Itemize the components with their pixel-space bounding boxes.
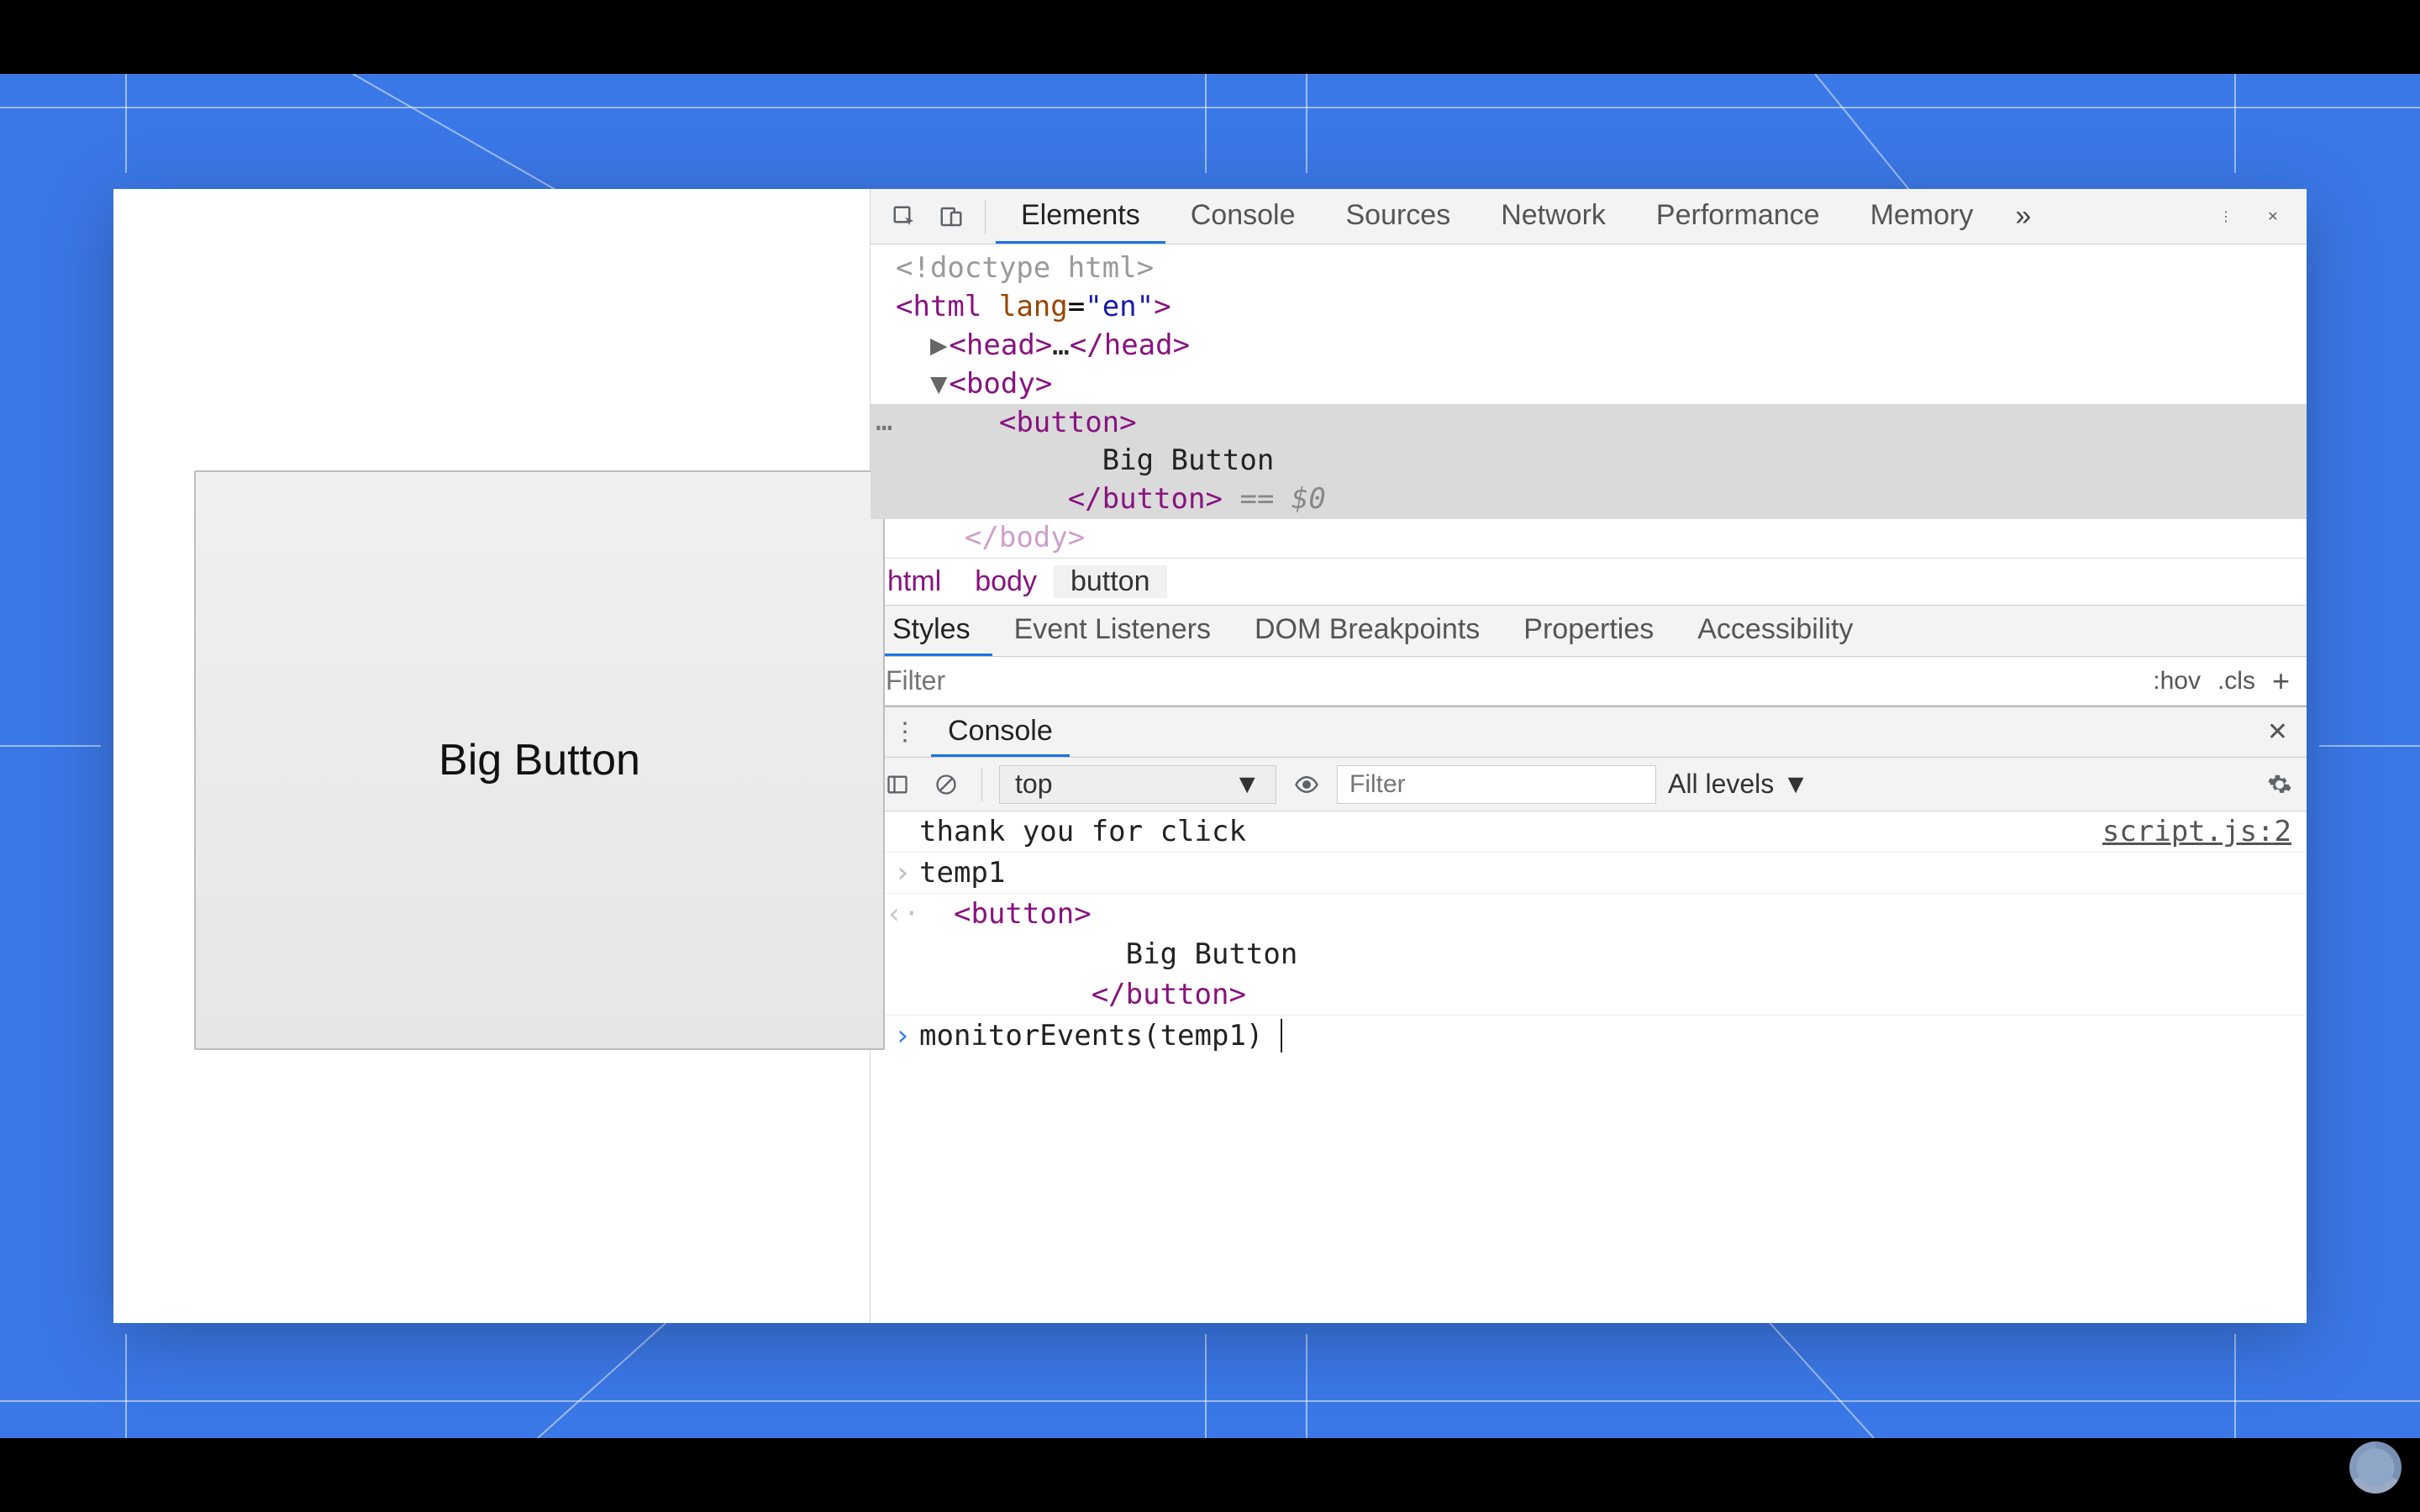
app-window: Big Button Elements Console Sources Netw… (113, 189, 2307, 1323)
console-log-message: thank you for click (919, 815, 1246, 848)
toolbar-divider (985, 200, 986, 234)
tab-memory[interactable]: Memory (1845, 189, 1999, 244)
more-tabs-icon[interactable]: » (2015, 200, 2031, 233)
dom-head[interactable]: ▶<head>…</head> (871, 327, 2307, 365)
inspect-icon[interactable] (886, 198, 923, 235)
styles-filter-row: :hov .cls + (871, 657, 2307, 706)
console-output-row: Big Button (871, 934, 2307, 974)
cls-toggle[interactable]: .cls (2217, 667, 2255, 696)
console-drawer-header: ⋮ Console ✕ (871, 707, 2307, 758)
tab-sources[interactable]: Sources (1320, 189, 1476, 244)
console-input-row: › temp1 (871, 853, 2307, 894)
live-expression-icon[interactable] (1288, 766, 1325, 803)
console-past-input: temp1 (919, 856, 1005, 890)
tab-elements[interactable]: Elements (996, 189, 1165, 244)
context-select[interactable]: top▼ (999, 765, 1276, 804)
chevron-down-icon: ▼ (1782, 769, 1809, 800)
new-style-rule-icon[interactable]: + (2272, 664, 2290, 699)
big-button[interactable]: Big Button (194, 470, 885, 1050)
dom-body-open[interactable]: ▼<body> (871, 365, 2307, 404)
tab-performance[interactable]: Performance (1631, 189, 1845, 244)
styles-tab-dombreakpoints[interactable]: DOM Breakpoints (1233, 606, 1502, 656)
drawer-kebab-icon[interactable]: ⋮ (892, 717, 918, 747)
dom-doctype[interactable]: <!doctype html> (871, 249, 2307, 288)
styles-pane-tabs: Styles Event Listeners DOM Breakpoints P… (871, 605, 2307, 657)
styles-tab-styles[interactable]: Styles (871, 606, 992, 656)
gutter-ellipsis-icon[interactable]: ⋯ (876, 409, 892, 448)
chrome-logo-icon (2349, 1441, 2402, 1494)
letterbox-bottom (0, 1438, 2420, 1512)
clear-console-icon[interactable] (928, 766, 965, 803)
devtools-panel: Elements Console Sources Network Perform… (870, 189, 2307, 1323)
devtools-tabs: Elements Console Sources Network Perform… (996, 189, 1998, 244)
console-settings-icon[interactable] (2261, 766, 2298, 803)
chevron-down-icon: ▼ (1234, 769, 1260, 800)
console-drawer: ⋮ Console ✕ top▼ (871, 706, 2307, 1323)
console-toolbar: top▼ All levels▼ (871, 758, 2307, 811)
breadcrumb: html body button (871, 558, 2307, 605)
dom-selected-node[interactable]: ⋯ <button> Big Button </button> == $0 (871, 404, 2307, 520)
styles-tab-eventlisteners[interactable]: Event Listeners (992, 606, 1233, 656)
console-output-row: ‹· <button> (871, 894, 2307, 934)
hov-toggle[interactable]: :hov (2153, 667, 2201, 696)
styles-filter-input[interactable] (871, 665, 2136, 696)
drawer-tab-console[interactable]: Console (931, 707, 1070, 757)
console-output-row: </button> (871, 974, 2307, 1016)
console-body[interactable]: thank you for click script.js:2 › temp1 … (871, 811, 2307, 1323)
devtools-toolbar: Elements Console Sources Network Perform… (871, 189, 2307, 244)
console-log-row: thank you for click script.js:2 (871, 811, 2307, 853)
crumb-button[interactable]: button (1054, 565, 1167, 598)
dom-body-close[interactable]: </body> (871, 519, 2307, 558)
tab-network[interactable]: Network (1476, 189, 1631, 244)
styles-tab-accessibility[interactable]: Accessibility (1676, 606, 1875, 656)
letterbox-top (0, 0, 2420, 74)
console-source-link[interactable]: script.js:2 (2102, 815, 2291, 848)
close-icon[interactable]: ✕ (2254, 198, 2291, 235)
crumb-body[interactable]: body (958, 565, 1054, 598)
drawer-close-icon[interactable]: ✕ (2257, 717, 2298, 747)
device-toggle-icon[interactable] (933, 198, 970, 235)
console-prompt-row[interactable]: › monitorEvents(temp1) (871, 1016, 2307, 1056)
kebab-icon[interactable]: ⋮ (2207, 198, 2244, 235)
dom-html-open[interactable]: <html lang="en"> (871, 288, 2307, 327)
styles-tab-properties[interactable]: Properties (1502, 606, 1676, 656)
console-current-input[interactable]: monitorEvents(temp1) (919, 1019, 1263, 1053)
tab-console[interactable]: Console (1165, 189, 1321, 244)
log-levels-select[interactable]: All levels▼ (1668, 769, 1809, 800)
dom-tree[interactable]: <!doctype html> <html lang="en"> ▶<head>… (871, 244, 2307, 558)
rendered-page-panel: Big Button (113, 189, 870, 1323)
console-filter-input[interactable] (1337, 765, 1656, 804)
